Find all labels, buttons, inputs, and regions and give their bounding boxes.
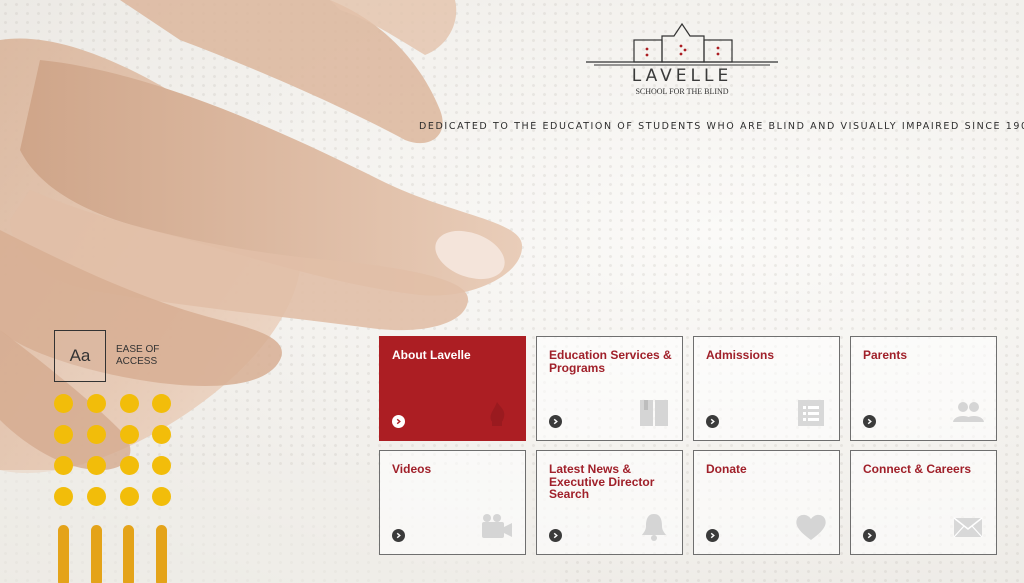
arrow-right-icon: [392, 415, 405, 428]
tagline: DEDICATED TO THE EDUCATION OF STUDENTS W…: [419, 121, 1024, 132]
tile-videos[interactable]: Videos: [379, 450, 526, 555]
tile-about-lavelle[interactable]: About Lavelle: [379, 336, 526, 441]
tile-label: Parents: [863, 348, 908, 362]
tile-label: Latest News & Executive Director Search: [549, 462, 655, 501]
tile-admissions[interactable]: Admissions: [693, 336, 840, 441]
tile-latest-news[interactable]: Latest News & Executive Director Search: [536, 450, 683, 555]
book-icon: [640, 400, 668, 426]
logo-subtitle: SCHOOL FOR THE BLIND: [635, 87, 729, 96]
tile-label: Connect & Careers: [863, 462, 972, 476]
school-logo[interactable]: LAVELLE SCHOOL FOR THE BLIND: [584, 22, 780, 96]
arrow-right-icon: [706, 415, 719, 428]
arrow-right-icon: [392, 529, 405, 542]
tile-connect-careers[interactable]: Connect & Careers: [850, 450, 997, 555]
school-icon: [490, 402, 505, 426]
arrow-right-icon: [549, 415, 562, 428]
video-camera-icon: [482, 514, 512, 538]
ease-of-access-label: EASE OF ACCESS: [116, 344, 160, 367]
tile-education-services[interactable]: Education Services & Programs: [536, 336, 683, 441]
tile-parents[interactable]: Parents: [850, 336, 997, 441]
envelope-icon: [953, 517, 983, 538]
tile-label: About Lavelle: [392, 348, 471, 362]
tile-label: Education Services & Programs: [549, 348, 672, 375]
bars-decoration: [58, 525, 173, 583]
arrow-right-icon: [863, 529, 876, 542]
tile-donate[interactable]: Donate: [693, 450, 840, 555]
tile-label: Admissions: [706, 348, 775, 362]
tile-label: Donate: [706, 462, 747, 476]
navigation-tiles: About Lavelle Education Services & Progr…: [379, 336, 998, 556]
braille-dots-decoration: [54, 394, 174, 506]
people-icon: [953, 402, 984, 422]
arrow-right-icon: [549, 529, 562, 542]
school-building-logo-icon: [586, 22, 778, 66]
arrow-right-icon: [706, 529, 719, 542]
arrow-right-icon: [863, 415, 876, 428]
heart-icon: [796, 514, 826, 540]
tile-label: Videos: [392, 462, 432, 476]
bell-icon: [642, 514, 666, 541]
logo-name: LAVELLE: [631, 66, 733, 86]
text-size-icon: Aa: [54, 330, 106, 382]
ease-of-access-button[interactable]: Aa EASE OF ACCESS: [54, 330, 176, 382]
list-icon: [798, 400, 824, 426]
